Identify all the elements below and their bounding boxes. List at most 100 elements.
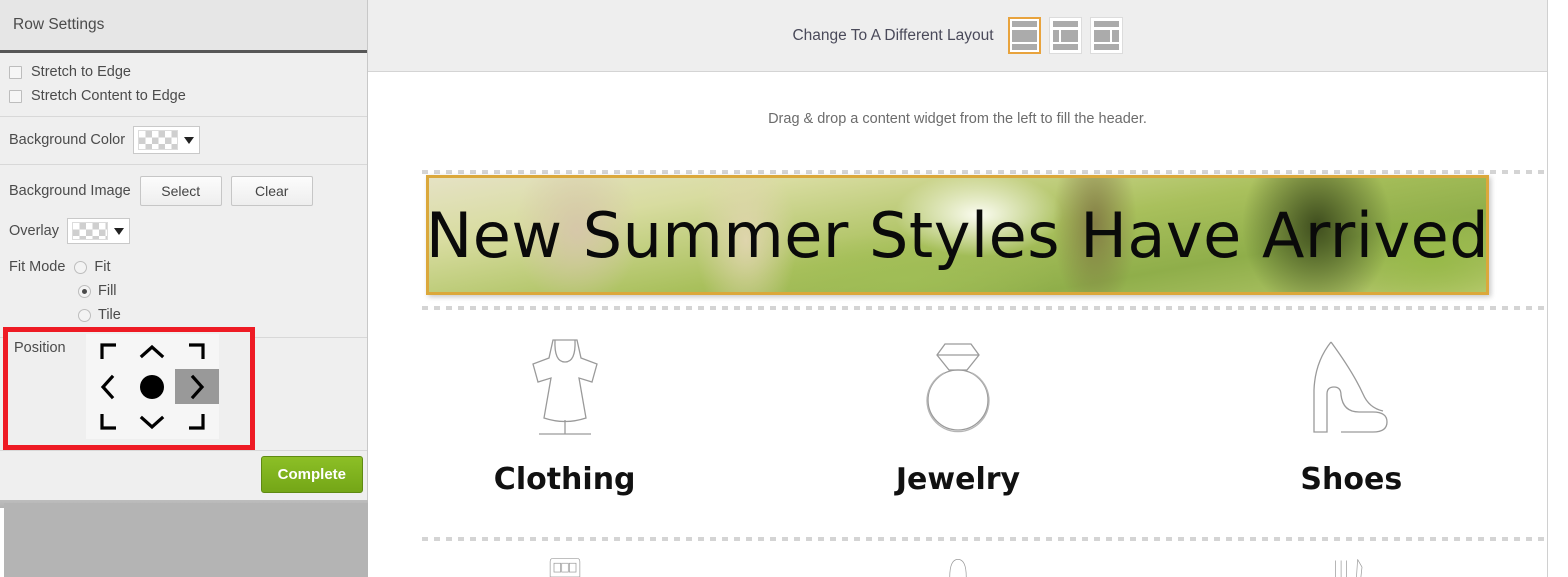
dress-icon-wrap <box>513 330 617 440</box>
category-label-jewelry: Jewelry <box>895 462 1021 497</box>
center-dot-icon <box>140 374 165 399</box>
position-cell-middle-left[interactable] <box>86 369 130 404</box>
layout-bar-bottom <box>1052 44 1078 50</box>
corner-top-right-icon <box>189 343 205 359</box>
chevron-right-icon <box>190 374 204 399</box>
checkbox-row-stretch-content-to-edge[interactable]: Stretch Content to Edge <box>0 84 367 108</box>
high-heel-icon <box>1313 341 1388 433</box>
category-clothing[interactable]: Clothing <box>368 330 761 497</box>
ring-icon-wrap <box>910 330 1006 440</box>
drop-zone-divider-bottom <box>422 537 1544 541</box>
background-color-swatch <box>138 130 179 150</box>
fit-mode-radio-fit[interactable] <box>74 260 88 274</box>
fit-mode-row-tile[interactable]: Tile <box>0 303 367 327</box>
chevron-down-icon <box>113 227 124 235</box>
category-accessories[interactable] <box>1155 555 1548 577</box>
handbag-icon <box>549 557 580 577</box>
layout-bar-top <box>1011 21 1037 27</box>
fit-mode-radio-tile[interactable] <box>78 308 91 322</box>
position-cell-bottom-center[interactable] <box>130 404 174 439</box>
corner-bottom-right-icon <box>189 414 205 430</box>
shoe-icon-wrap <box>1301 330 1401 440</box>
chevron-up-icon <box>140 344 165 358</box>
fit-mode-row-fill[interactable]: Fill <box>0 279 367 303</box>
chevron-down-icon <box>184 136 195 144</box>
chevron-left-icon <box>101 374 115 399</box>
overlay-row: Overlay <box>0 216 367 246</box>
position-cell-bottom-left[interactable] <box>86 404 130 439</box>
ring-icon <box>926 343 990 433</box>
background-image-section: Background Image Select Clear Overlay Fi… <box>0 165 367 338</box>
layout-bar-top <box>1093 21 1119 27</box>
fit-mode-label: Fit Mode <box>9 259 66 275</box>
layout-middle <box>1052 29 1078 42</box>
category-label-shoes: Shoes <box>1300 462 1403 497</box>
category-hat[interactable] <box>761 555 1154 577</box>
fit-mode-option-fit: Fit <box>94 259 111 275</box>
checkbox-row-stretch-to-edge[interactable]: Stretch to Edge <box>0 60 367 84</box>
header-banner[interactable]: New Summer Styles Have Arrived <box>426 175 1489 295</box>
position-control-highlight: Position <box>3 327 255 450</box>
accessories-icon <box>1335 559 1363 577</box>
layout-option-wide-left-narrow-right[interactable] <box>1089 17 1123 54</box>
category-label-clothing: Clothing <box>493 462 636 497</box>
background-color-picker[interactable] <box>133 126 201 154</box>
panel-footer: Complete <box>0 450 367 500</box>
fit-mode-row-fit[interactable]: Fit Mode Fit <box>0 255 367 279</box>
stretch-to-edge-label: Stretch to Edge <box>31 64 131 80</box>
corner-top-left-icon <box>100 343 116 359</box>
clear-image-button[interactable]: Clear <box>230 176 313 206</box>
layout-bar-top <box>1052 21 1078 27</box>
category-row-2 <box>368 555 1548 577</box>
stretch-content-to-edge-checkbox[interactable] <box>9 89 22 103</box>
complete-button[interactable]: Complete <box>260 456 363 493</box>
change-layout-label: Change To A Different Layout <box>792 26 994 44</box>
position-cell-bottom-right[interactable] <box>175 404 219 439</box>
layout-bar-bottom <box>1093 44 1119 50</box>
category-shoes[interactable]: Shoes <box>1155 330 1548 497</box>
position-label: Position <box>14 340 66 356</box>
position-cell-middle-right[interactable] <box>174 369 219 404</box>
fit-mode-option-tile: Tile <box>98 307 121 323</box>
drop-zone-divider-middle <box>422 306 1544 310</box>
position-cell-center[interactable] <box>130 369 174 404</box>
background-image-label: Background Image <box>9 183 131 199</box>
background-color-section: Background Color <box>0 117 367 165</box>
stretch-content-to-edge-label: Stretch Content to Edge <box>31 88 186 104</box>
overlay-color-picker[interactable] <box>66 218 130 244</box>
category-handbag[interactable] <box>368 555 761 577</box>
layout-middle <box>1011 29 1037 42</box>
fit-mode-radio-fill[interactable] <box>78 284 91 298</box>
banner-text: New Summer Styles Have Arrived <box>426 198 1489 272</box>
drop-zone-divider-top <box>422 170 1544 174</box>
stretch-to-edge-checkbox[interactable] <box>9 65 22 79</box>
overlay-color-swatch <box>71 222 108 240</box>
layout-bar-bottom <box>1011 44 1037 50</box>
panel-title: Row Settings <box>0 0 367 53</box>
position-cell-top-left[interactable] <box>86 334 130 369</box>
position-cell-top-right[interactable] <box>175 334 219 369</box>
background-color-row: Background Color <box>0 124 367 156</box>
layout-options <box>1007 17 1123 54</box>
hat-icon <box>949 559 967 577</box>
stretch-options-section: Stretch to Edge Stretch Content to Edge <box>0 53 367 117</box>
layout-option-full-width[interactable] <box>1007 17 1041 54</box>
panel-gray-area <box>4 503 368 577</box>
dress-icon <box>531 339 598 435</box>
drag-drop-hint: Drag & drop a content widget from the le… <box>768 111 1147 127</box>
background-color-label: Background Color <box>9 132 126 148</box>
corner-bottom-left-icon <box>100 414 116 430</box>
layout-option-narrow-left-wide-right[interactable] <box>1048 17 1082 54</box>
right-margin <box>1549 0 1568 577</box>
layout-toolbar: Change To A Different Layout <box>368 0 1547 72</box>
overlay-label: Overlay <box>9 223 59 239</box>
position-grid <box>86 334 219 439</box>
position-cell-top-center[interactable] <box>130 334 174 369</box>
layout-middle <box>1093 29 1119 42</box>
select-image-button[interactable]: Select <box>139 176 222 206</box>
chevron-down-icon <box>140 415 165 429</box>
category-jewelry[interactable]: Jewelry <box>761 330 1154 497</box>
row-settings-panel: Row Settings Stretch to Edge Stretch Con… <box>0 0 368 500</box>
category-row: Clothing Jewelry Shoes <box>368 330 1548 497</box>
background-image-row: Background Image Select Clear <box>0 172 367 208</box>
